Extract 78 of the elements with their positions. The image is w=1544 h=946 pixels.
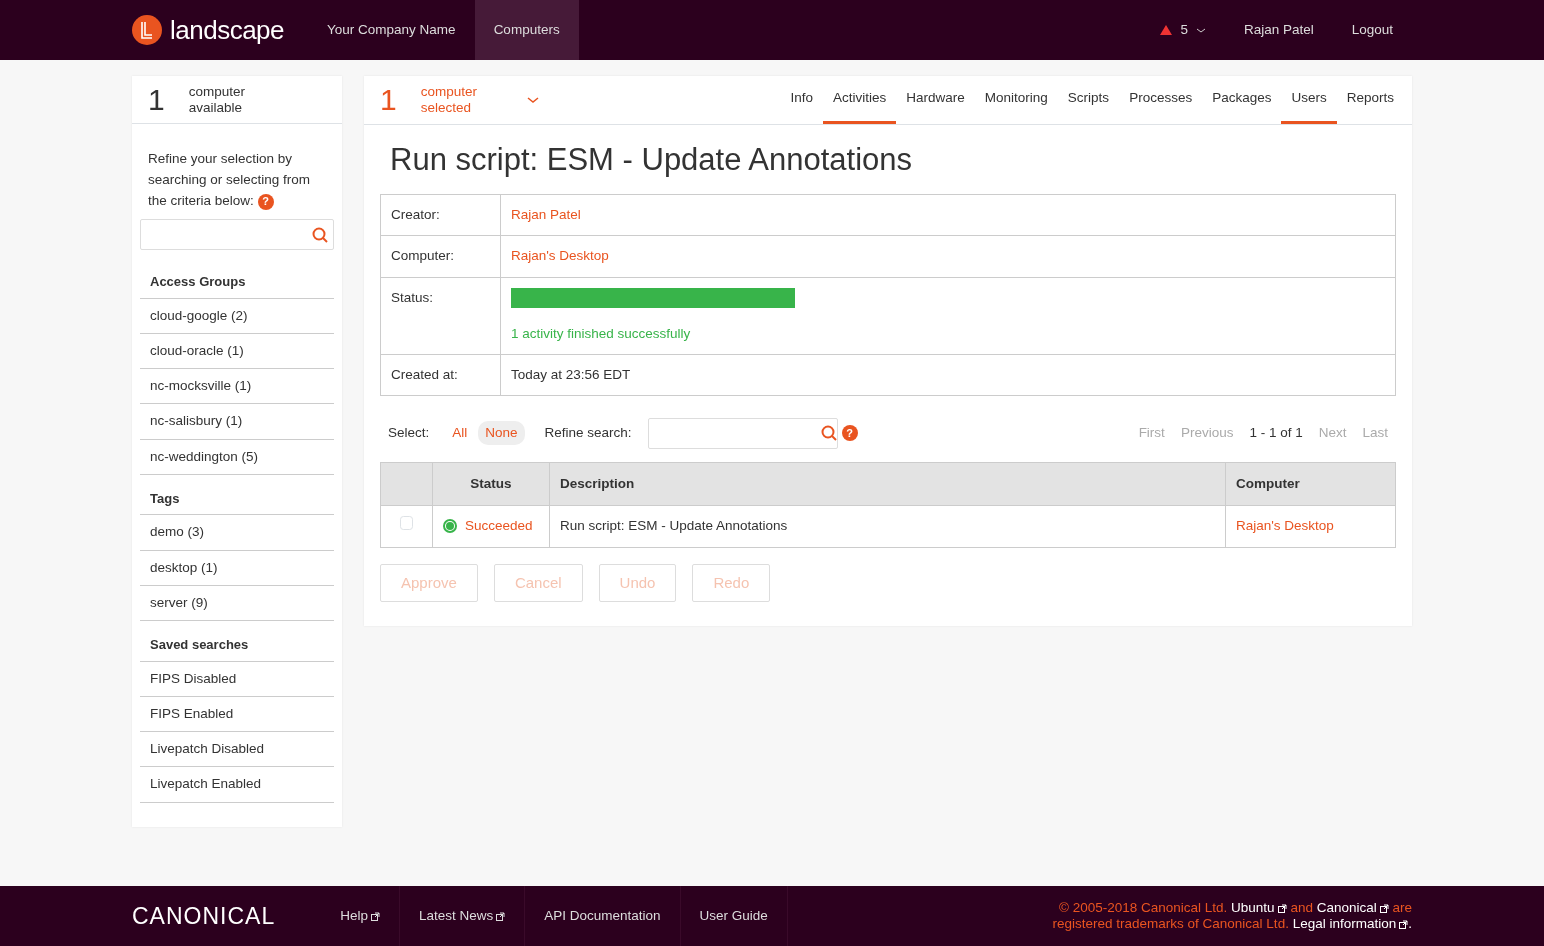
help-icon[interactable]: ? <box>841 425 858 442</box>
filter-item[interactable]: Livepatch Disabled <box>140 732 334 768</box>
tab[interactable]: Monitoring <box>974 76 1058 124</box>
success-status-icon <box>443 519 457 534</box>
external-link-icon <box>1277 903 1287 913</box>
alerts-menu[interactable]: 5 <box>1141 0 1225 60</box>
filter-item[interactable]: nc-weddington (5) <box>140 439 334 475</box>
detail-link[interactable]: Rajan Patel <box>511 207 581 223</box>
search-field[interactable] <box>140 219 334 250</box>
caret-icon <box>1195 27 1206 33</box>
tab[interactable]: Users <box>1281 76 1337 124</box>
description-cell: Run script: ESM - Update Annotations <box>560 518 788 534</box>
canonical-logo: CANONICAL <box>132 901 276 931</box>
logo-text[interactable]: landscape <box>170 10 285 50</box>
select-option[interactable]: All <box>445 421 475 446</box>
filter-item[interactable]: server (9) <box>140 585 334 621</box>
legal-text: © 2005-2018 Canonical Ltd. Ubuntu and Canonical are registered trademarks of Canonical Ltd. Legal information . <box>1051 900 1412 932</box>
search-icon <box>312 226 328 243</box>
external-link-icon <box>1399 919 1409 929</box>
count-label: computer available <box>188 83 246 116</box>
computer-count: 1 <box>148 84 165 115</box>
detail-value: Today at 23:56 EDT <box>511 366 631 382</box>
tab[interactable]: Activities <box>823 76 897 124</box>
tab[interactable]: Reports <box>1336 76 1404 124</box>
selected-count: 1 <box>380 85 397 115</box>
help-icon[interactable]: ? <box>257 193 274 210</box>
tab[interactable]: Packages <box>1202 76 1282 124</box>
footer-link[interactable]: Help <box>321 886 400 946</box>
filter-item[interactable]: desktop (1) <box>140 550 334 586</box>
tab[interactable]: Hardware <box>896 76 975 124</box>
tab[interactable]: Scripts <box>1057 76 1120 124</box>
legal-link[interactable]: Ubuntu <box>1231 900 1287 915</box>
external-link-icon <box>496 911 506 921</box>
warning-icon <box>1160 25 1173 35</box>
section-title: Access Groups <box>140 266 334 299</box>
nav-link[interactable]: Your Company Name <box>308 0 475 60</box>
detail-label: Creator: <box>391 207 440 223</box>
detail-label: Status: <box>391 289 434 305</box>
select-label: Select: <box>388 424 430 443</box>
filter-item[interactable]: cloud-google (2) <box>140 298 334 334</box>
logout-link[interactable]: Logout <box>1332 0 1412 60</box>
external-link-icon <box>370 911 380 921</box>
external-link-icon <box>1379 903 1389 913</box>
search-icon <box>820 425 837 442</box>
pager-range: 1 - 1 of 1 <box>1249 424 1303 443</box>
legal-link[interactable]: Canonical <box>1316 900 1389 915</box>
filter-item[interactable]: Livepatch Enabled <box>140 767 334 803</box>
filter-item[interactable]: nc-salisbury (1) <box>140 404 334 440</box>
filter-item[interactable]: nc-mocksville (1) <box>140 369 334 405</box>
refine-label: Refine search: <box>544 424 632 443</box>
row-checkbox[interactable] <box>399 516 414 530</box>
tab[interactable]: Processes <box>1119 76 1203 124</box>
section-title: Tags <box>140 482 334 516</box>
intro-text: Refine your selection by searching or selecting from the criteria below: ? <box>147 150 312 211</box>
detail-label: Created at: <box>391 366 458 382</box>
chevron-down-icon <box>526 96 539 104</box>
filter-item[interactable]: FIPS Enabled <box>140 696 334 732</box>
user-link[interactable]: Rajan Patel <box>1224 0 1333 60</box>
detail-label: Computer: <box>391 248 455 264</box>
column-header: Status <box>470 476 512 492</box>
page-title: Run script: ESM - Update Annotations <box>390 141 914 179</box>
status-message: 1 activity finished successfully <box>511 325 691 341</box>
section-title: Saved searches <box>140 629 334 662</box>
footer-link[interactable]: Latest News <box>399 886 526 946</box>
column-header: Description <box>560 476 635 492</box>
footer-link[interactable]: User Guide <box>680 886 788 946</box>
nav-link[interactable]: Computers <box>474 0 579 60</box>
refine-search-field[interactable] <box>647 417 838 449</box>
landscape-logo-icon <box>132 15 162 45</box>
selected-label: computer selected <box>420 84 478 116</box>
filter-item[interactable]: FIPS Disabled <box>140 661 334 697</box>
column-header: Computer <box>1236 476 1300 492</box>
filter-item[interactable]: demo (3) <box>140 515 334 551</box>
filter-item[interactable]: cloud-oracle (1) <box>140 333 334 369</box>
tab[interactable]: Info <box>780 76 824 124</box>
footer-link[interactable]: API Documentation <box>525 886 681 946</box>
detail-link[interactable]: Rajan's Desktop <box>511 248 609 264</box>
legal-link[interactable]: Legal information <box>1292 916 1409 931</box>
